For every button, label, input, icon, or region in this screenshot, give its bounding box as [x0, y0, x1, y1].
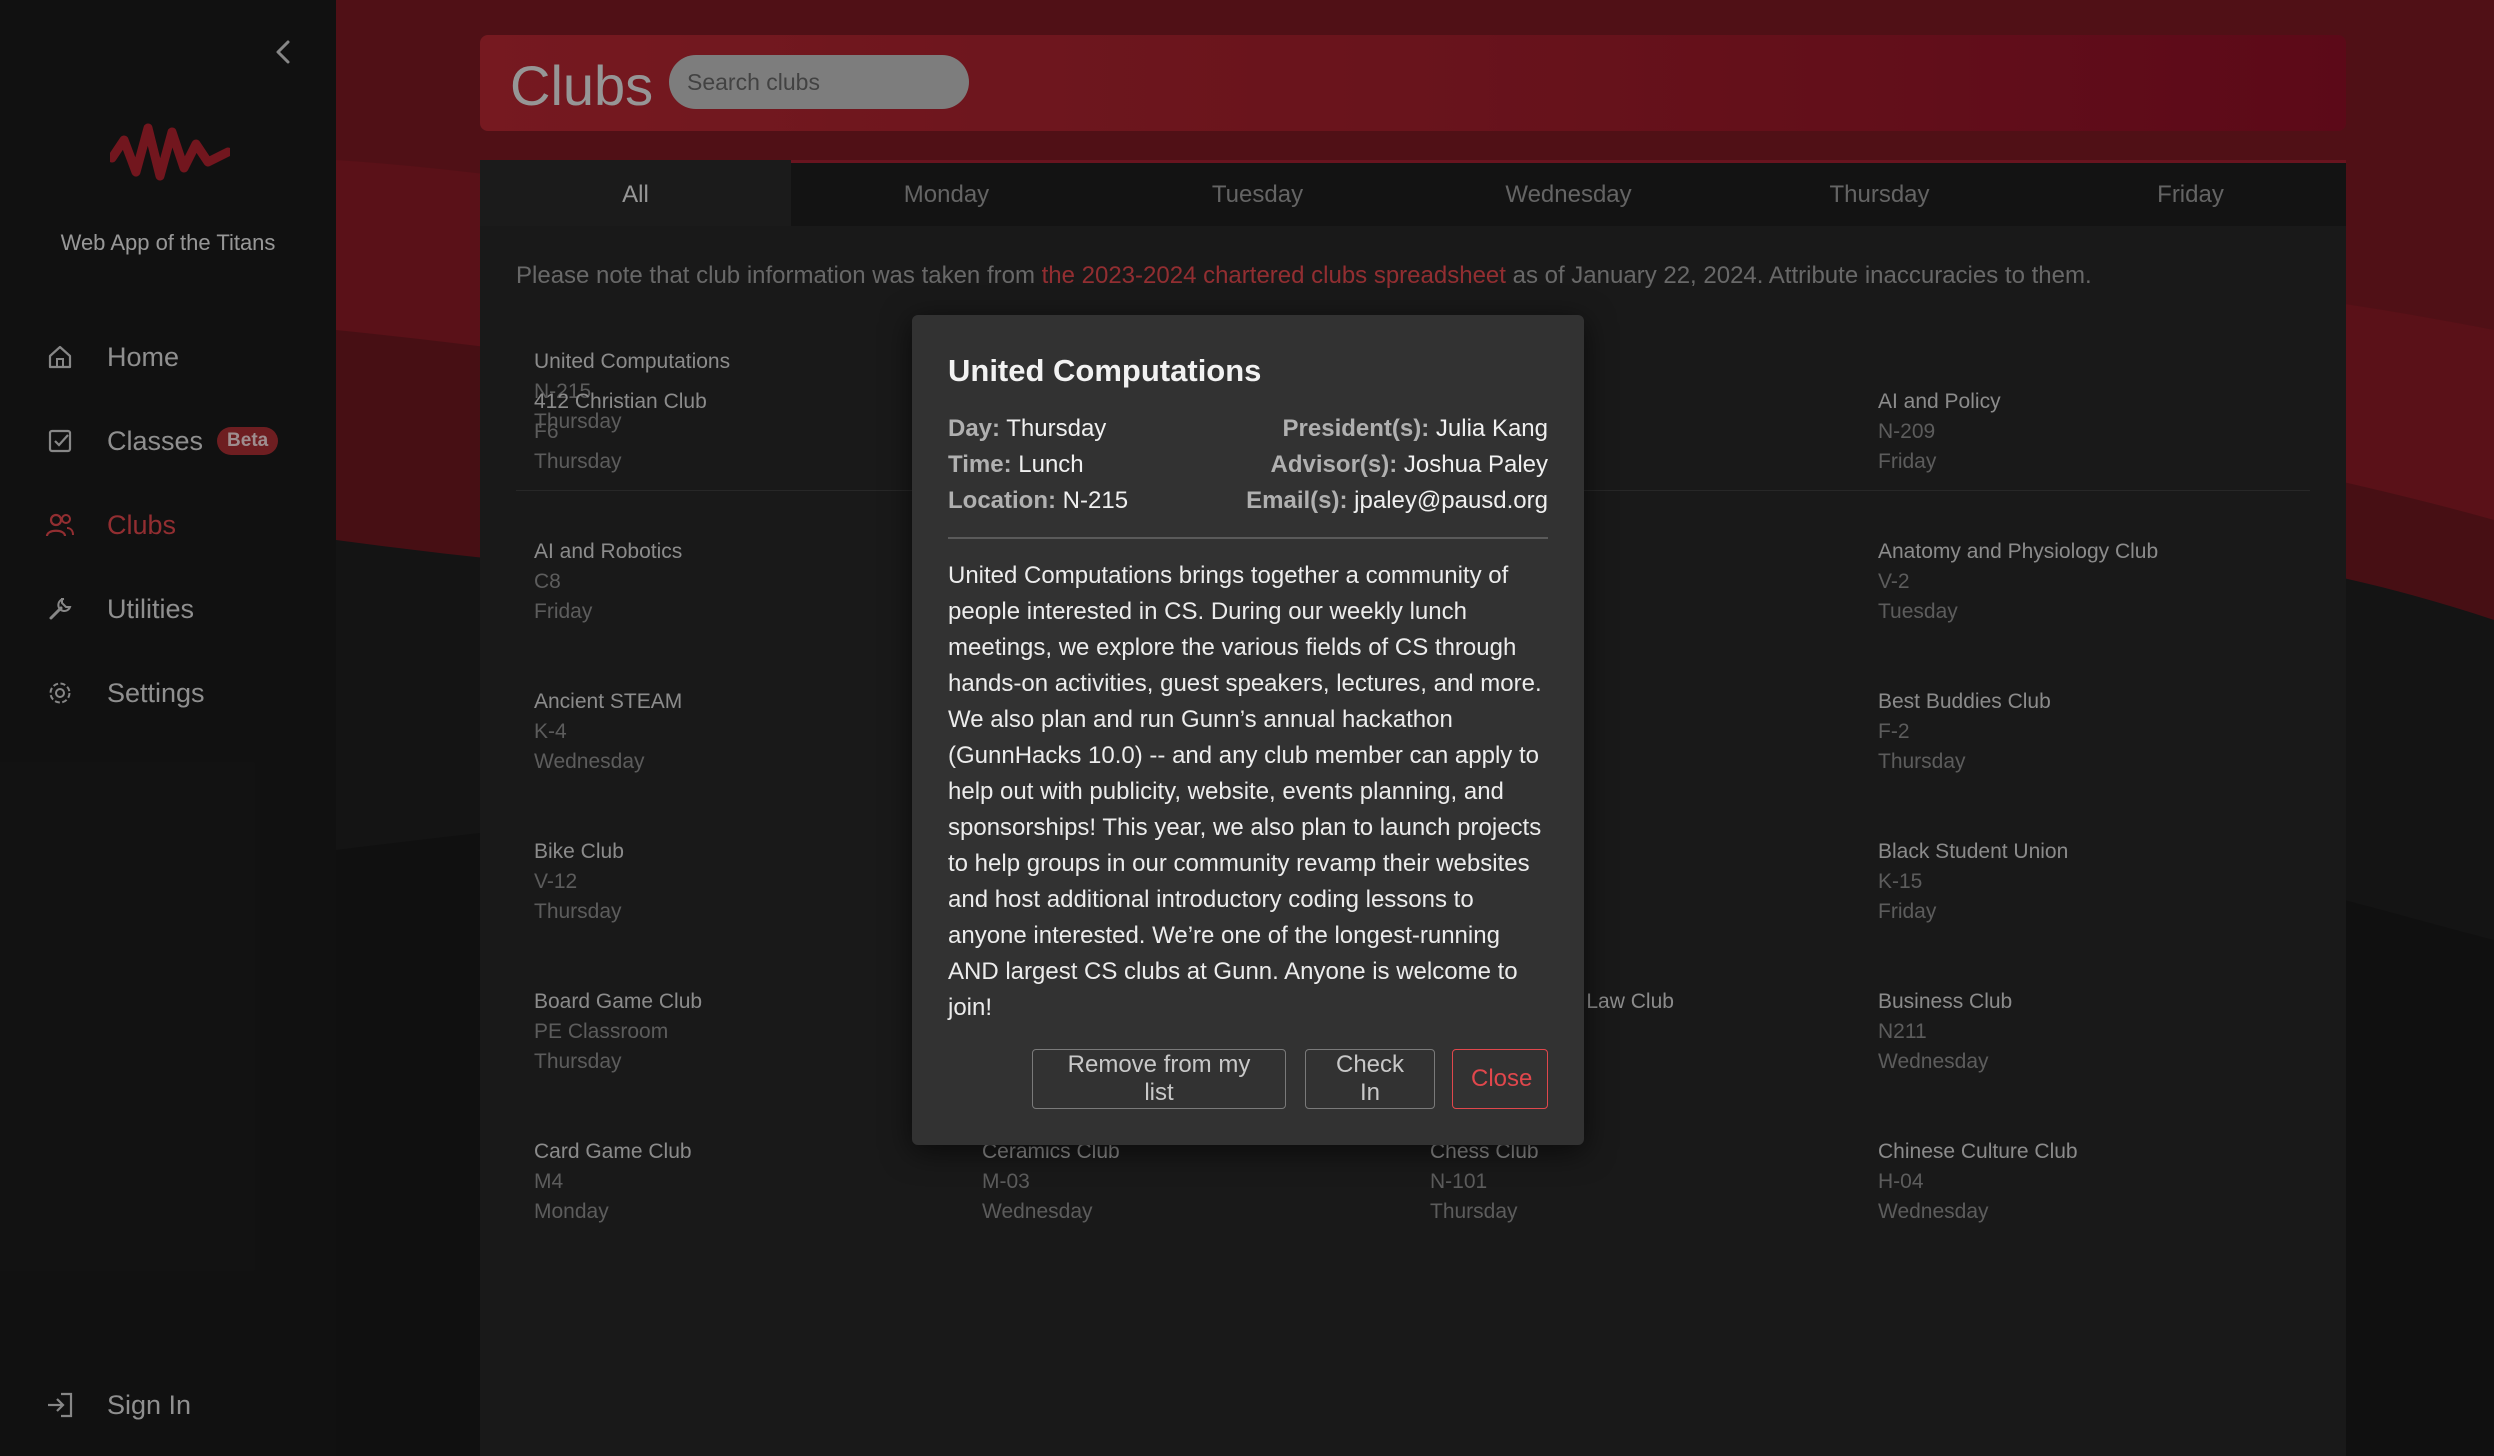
- location-key: Location:: [948, 487, 1056, 514]
- remove-from-list-button[interactable]: Remove from my list: [1032, 1049, 1286, 1109]
- location-value: N-215: [1062, 487, 1129, 514]
- day-key: Day:: [948, 415, 1001, 442]
- modal-title: United Computations: [948, 353, 1262, 388]
- check-in-button[interactable]: Check In: [1305, 1049, 1435, 1109]
- president-key: President(s):: [1282, 415, 1430, 442]
- close-button[interactable]: Close: [1452, 1049, 1548, 1109]
- time-key: Time:: [948, 451, 1012, 478]
- time-value: Lunch: [1018, 451, 1084, 478]
- meeting-info: Day: Thursday Time: Lunch Location: N-21…: [948, 411, 1128, 519]
- president-value: Julia Kang: [1435, 415, 1548, 442]
- advisor-key: Advisor(s):: [1270, 451, 1398, 478]
- club-details-modal: United Computations Day: Thursday Time: …: [912, 315, 1584, 1145]
- email-value: jpaley@pausd.org: [1354, 487, 1548, 514]
- modal-divider: [948, 537, 1548, 539]
- advisor-value: Joshua Paley: [1403, 451, 1548, 478]
- club-description: United Computations brings together a co…: [948, 562, 1542, 1021]
- email-key: Email(s):: [1246, 487, 1348, 514]
- day-value: Thursday: [1006, 415, 1107, 442]
- contact-info: President(s): Julia Kang Advisor(s): Jos…: [1246, 411, 1548, 519]
